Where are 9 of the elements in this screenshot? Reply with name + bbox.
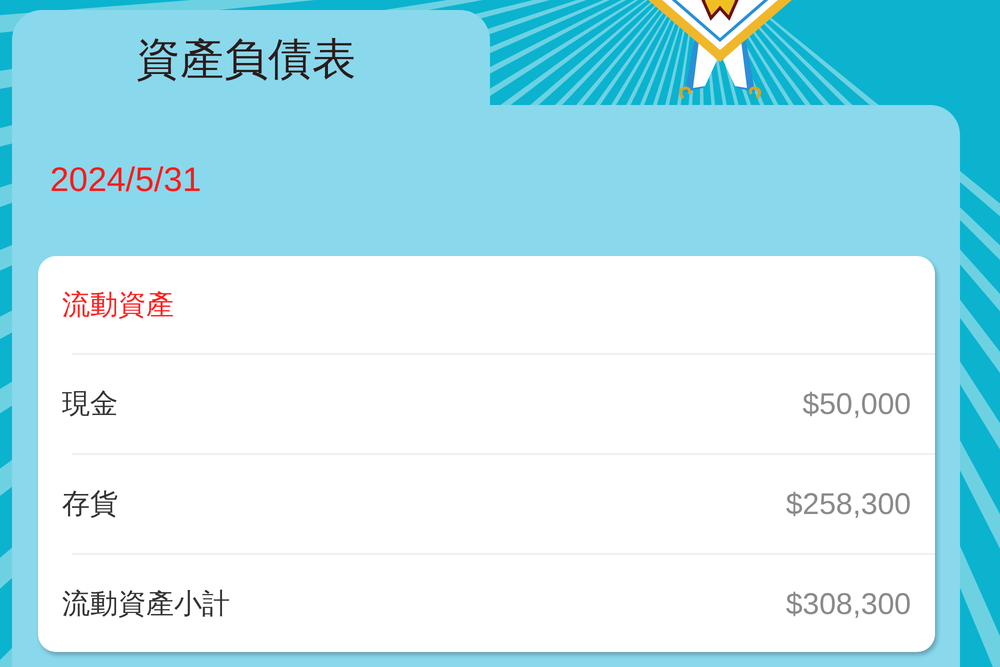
item-amount: $308,300	[786, 586, 911, 622]
item-label: 流動資產小計	[62, 587, 230, 621]
item-label: 現金	[62, 387, 118, 421]
item-amount: $258,300	[786, 486, 911, 522]
item-amount: $50,000	[802, 386, 911, 422]
item-label: 存貨	[62, 487, 118, 521]
date-label: 2024/5/31	[49, 160, 202, 200]
page-title: 資產負債表	[136, 34, 356, 86]
section-heading: 流動資產	[62, 288, 174, 322]
